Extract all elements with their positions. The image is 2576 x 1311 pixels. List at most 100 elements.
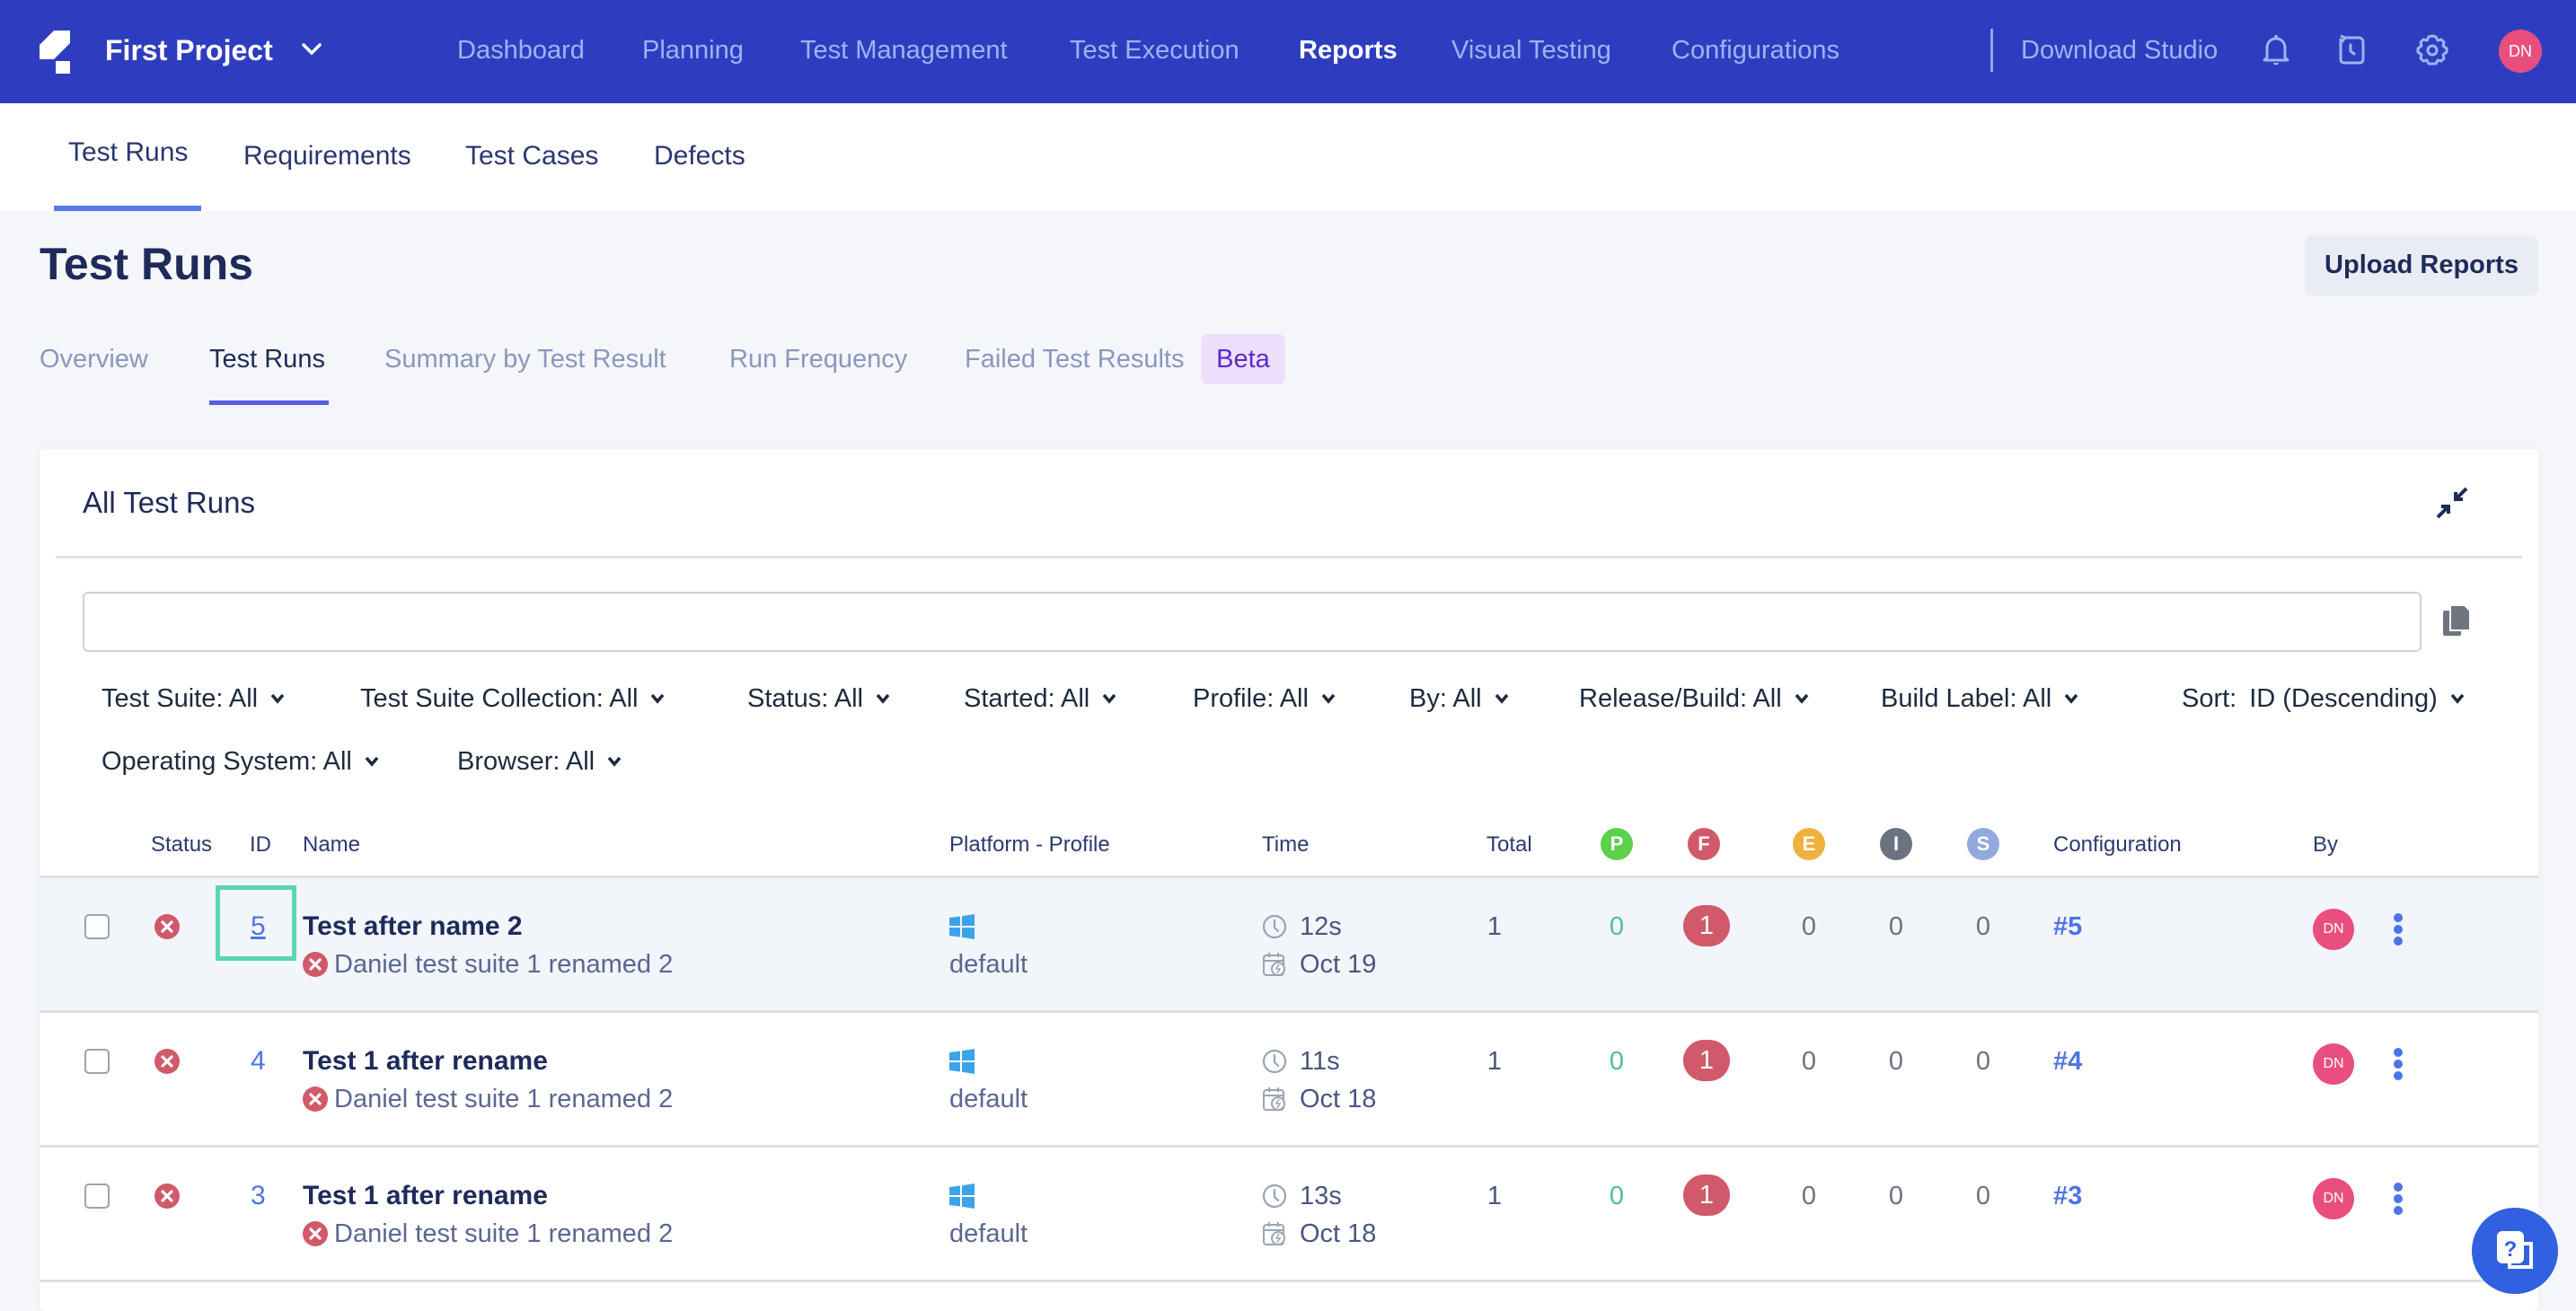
filter-release-build[interactable]: Release/Build: All <box>1579 681 1809 717</box>
total-count: 1 <box>1486 1182 1503 1210</box>
collapse-icon[interactable] <box>2434 485 2470 521</box>
skipped-count: 0 <box>1975 912 1991 941</box>
col-status[interactable]: Status <box>151 830 212 860</box>
row-checkbox[interactable] <box>84 1183 110 1209</box>
nav-test-management[interactable]: Test Management <box>800 32 1008 68</box>
nav-reports[interactable]: Reports <box>1299 32 1398 68</box>
passed-count: 0 <box>1609 1182 1625 1210</box>
filter-profile[interactable]: Profile: All <box>1193 681 1336 717</box>
subtab-test-runs[interactable]: Test Runs <box>68 134 188 172</box>
col-id[interactable]: ID <box>250 830 271 860</box>
subtab-test-cases[interactable]: Test Cases <box>465 137 598 175</box>
incomplete-count: 0 <box>1888 1047 1904 1076</box>
calendar-icon <box>1262 1087 1287 1112</box>
row-checkbox[interactable] <box>84 914 110 939</box>
filter-by[interactable]: By: All <box>1409 681 1509 717</box>
card-divider <box>56 556 2522 559</box>
configuration-link[interactable]: #3 <box>2053 1178 2082 1214</box>
suite-failed-icon <box>303 952 328 977</box>
tab-test-runs[interactable]: Test Runs <box>209 341 325 377</box>
run-id-link[interactable]: 4 <box>251 1043 266 1079</box>
test-suite-name[interactable]: Daniel test suite 1 renamed 2 <box>334 1081 673 1117</box>
filter-browser[interactable]: Browser: All <box>457 743 622 779</box>
tab-overview[interactable]: Overview <box>40 341 148 377</box>
col-name[interactable]: Name <box>303 830 360 860</box>
nav-test-execution[interactable]: Test Execution <box>1070 32 1239 68</box>
skipped-count: 0 <box>1975 1182 1991 1210</box>
top-navbar: First Project Dashboard Planning Test Ma… <box>0 0 2576 103</box>
passed-count: 0 <box>1609 1047 1625 1076</box>
subtab-requirements[interactable]: Requirements <box>243 137 411 175</box>
col-failed-badge[interactable]: F <box>1688 828 1720 860</box>
failed-count-badge[interactable]: 1 <box>1683 1175 1730 1216</box>
table-row[interactable]: 3 Test 1 after rename Daniel test suite 1 … <box>40 1148 2538 1282</box>
failed-count-badge[interactable]: 1 <box>1683 905 1730 946</box>
copy-icon[interactable] <box>2443 605 2472 638</box>
configuration-link[interactable]: #5 <box>2053 909 2082 945</box>
run-date: Oct 19 <box>1300 950 1377 979</box>
filter-test-suite-collection[interactable]: Test Suite Collection: All <box>360 681 665 717</box>
col-error-badge[interactable]: E <box>1793 828 1825 860</box>
chevron-down-icon[interactable] <box>298 36 325 63</box>
bell-icon[interactable] <box>2254 29 2298 72</box>
row-checkbox[interactable] <box>84 1049 110 1074</box>
row-divider <box>40 1280 2538 1282</box>
test-suite-name[interactable]: Daniel test suite 1 renamed 2 <box>334 946 673 982</box>
col-total[interactable]: Total <box>1486 830 1532 860</box>
filter-label: Browser: All <box>457 747 595 776</box>
filter-build-label[interactable]: Build Label: All <box>1881 681 2078 717</box>
run-name-link[interactable]: Test 1 after rename <box>303 1043 548 1079</box>
nav-planning[interactable]: Planning <box>642 32 744 68</box>
col-platform-profile[interactable]: Platform - Profile <box>949 830 1110 860</box>
katalon-logo-icon[interactable] <box>40 31 70 74</box>
help-chat-button[interactable]: ? <box>2472 1208 2558 1294</box>
error-count: 0 <box>1801 1047 1817 1076</box>
col-configuration[interactable]: Configuration <box>2053 830 2182 860</box>
tab-summary-by-test-result[interactable]: Summary by Test Result <box>384 341 666 377</box>
configuration-link[interactable]: #4 <box>2053 1043 2082 1079</box>
subtab-defects[interactable]: Defects <box>654 137 745 175</box>
col-passed-badge[interactable]: P <box>1601 828 1633 860</box>
sort-dropdown[interactable]: Sort: ID (Descending) <box>2182 681 2465 717</box>
run-id-link[interactable]: 5 <box>251 909 266 945</box>
nav-configurations[interactable]: Configurations <box>1672 32 1839 68</box>
nav-dashboard[interactable]: Dashboard <box>457 32 585 68</box>
col-skipped-badge[interactable]: S <box>1967 828 1999 860</box>
run-name-link[interactable]: Test after name 2 <box>303 909 523 945</box>
col-incomplete-badge[interactable]: I <box>1880 828 1912 860</box>
more-options-icon[interactable] <box>2393 912 2404 946</box>
history-icon[interactable] <box>2330 29 2373 72</box>
more-options-icon[interactable] <box>2393 1182 2404 1216</box>
more-options-icon[interactable] <box>2393 1047 2404 1081</box>
test-suite-name[interactable]: Daniel test suite 1 renamed 2 <box>334 1216 673 1252</box>
filter-label: Release/Build: All <box>1579 684 1782 713</box>
download-studio-link[interactable]: Download Studio <box>2021 32 2218 68</box>
failed-count-badge[interactable]: 1 <box>1683 1040 1730 1081</box>
user-avatar[interactable]: DN <box>2499 30 2542 73</box>
gear-icon[interactable] <box>2411 29 2454 72</box>
col-time[interactable]: Time <box>1262 830 1309 860</box>
sort-label: Sort: <box>2182 684 2237 713</box>
table-row[interactable]: 4 Test 1 after rename Daniel test suite 1 … <box>40 1013 2538 1148</box>
executor-avatar: DN <box>2313 1043 2354 1085</box>
tab-run-frequency[interactable]: Run Frequency <box>729 341 907 377</box>
windows-icon <box>949 1183 975 1209</box>
run-duration: 13s <box>1300 1182 1342 1210</box>
table-row[interactable]: 5 Test after name 2 Daniel test suite 1 re… <box>40 878 2538 1013</box>
run-duration: 12s <box>1300 912 1342 941</box>
run-id-link[interactable]: 3 <box>251 1178 266 1214</box>
total-count: 1 <box>1486 912 1503 941</box>
filter-status[interactable]: Status: All <box>747 681 890 717</box>
project-selector[interactable]: First Project <box>105 31 273 70</box>
filter-operating-system[interactable]: Operating System: All <box>101 743 379 779</box>
col-by[interactable]: By <box>2313 830 2338 860</box>
filter-test-suite[interactable]: Test Suite: All <box>101 681 285 717</box>
tab-failed-test-results[interactable]: Failed Test Results <box>965 341 1184 377</box>
chevron-down-icon <box>270 693 285 704</box>
filter-label: Build Label: All <box>1881 684 2052 713</box>
run-name-link[interactable]: Test 1 after rename <box>303 1178 548 1214</box>
search-input[interactable] <box>83 592 2422 652</box>
upload-reports-button[interactable]: Upload Reports <box>2305 235 2538 295</box>
nav-visual-testing[interactable]: Visual Testing <box>1451 32 1611 68</box>
filter-started[interactable]: Started: All <box>964 681 1116 717</box>
